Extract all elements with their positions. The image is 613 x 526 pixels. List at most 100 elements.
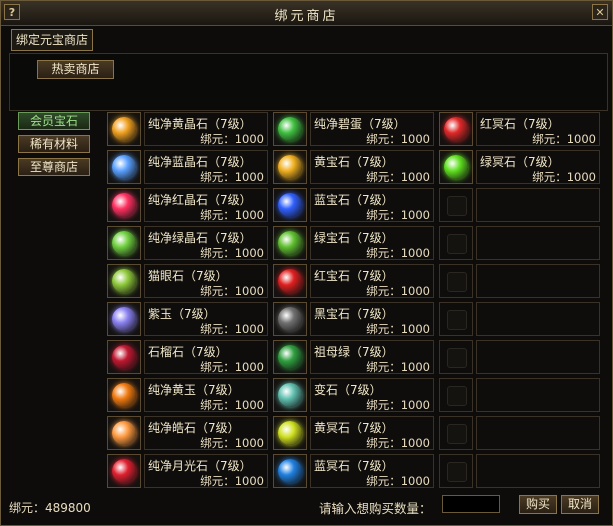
red-dark-stone-icon[interactable]: [439, 112, 473, 146]
item-entry[interactable]: 黄冥石（7级） 绑元：1000: [310, 416, 434, 450]
gem-graphic: [444, 155, 468, 179]
category-member-gems[interactable]: 会员宝石: [18, 112, 90, 130]
price-prefix: 绑元：: [532, 170, 567, 184]
price-prefix: 绑元：: [366, 132, 401, 146]
title-bar[interactable]: ? 绑元商店 ✕: [1, 1, 612, 26]
price-prefix: 绑元：: [200, 398, 235, 412]
gem-graphic: [112, 193, 136, 217]
item-entry[interactable]: 红宝石（7级） 绑元：1000: [310, 264, 434, 298]
garnet-icon[interactable]: [107, 340, 141, 374]
item-entry[interactable]: 蓝宝石（7级） 绑元：1000: [310, 188, 434, 222]
item-entry[interactable]: 绿宝石（7级） 绑元：1000: [310, 226, 434, 260]
yellow-crystal-icon[interactable]: [107, 112, 141, 146]
empty-slot: [476, 454, 600, 488]
blue-crystal-icon[interactable]: [107, 150, 141, 184]
item-entry[interactable]: 纯净黄晶石（7级） 绑元：1000: [144, 112, 268, 146]
blue-dark-stone-icon[interactable]: [273, 454, 307, 488]
item-name: 纯净绿晶石（7级）: [148, 231, 252, 245]
empty-slot: [476, 302, 600, 336]
price-prefix: 绑元：: [366, 170, 401, 184]
empty-slot-inner: [447, 196, 467, 216]
price-value: 1000: [234, 170, 264, 184]
item-entry[interactable]: 绿冥石（7级） 绑元：1000: [476, 150, 600, 184]
close-icon[interactable]: ✕: [592, 4, 608, 20]
item-price: 绑元：1000: [366, 169, 430, 185]
item-price: 绑元：1000: [200, 283, 264, 299]
item-name: 绿宝石（7级）: [314, 231, 394, 245]
emerald-icon[interactable]: [273, 226, 307, 260]
gem-graphic: [278, 231, 302, 255]
item-entry[interactable]: 石榴石（7级） 绑元：1000: [144, 340, 268, 374]
price-value: 1000: [400, 398, 430, 412]
item-entry[interactable]: 猫眼石（7级） 绑元：1000: [144, 264, 268, 298]
item-name: 蓝冥石（7级）: [314, 459, 394, 473]
buy-button[interactable]: 购买: [519, 495, 557, 514]
price-value: 1000: [234, 436, 264, 450]
item-entry[interactable]: 黄宝石（7级） 绑元：1000: [310, 150, 434, 184]
item-entry[interactable]: 蓝冥石（7级） 绑元：1000: [310, 454, 434, 488]
item-entry[interactable]: 纯净红晶石（7级） 绑元：1000: [144, 188, 268, 222]
item-price: 绑元：1000: [200, 169, 264, 185]
purple-jade-icon[interactable]: [107, 302, 141, 336]
empty-slot-inner: [447, 272, 467, 292]
green-dark-stone-icon[interactable]: [439, 150, 473, 184]
moonstone-icon[interactable]: [107, 454, 141, 488]
black-gem-icon[interactable]: [273, 302, 307, 336]
empty-slot: [476, 264, 600, 298]
item-entry[interactable]: 祖母绿（7级） 绑元：1000: [310, 340, 434, 374]
item-entry[interactable]: 纯净碧蛋（7级） 绑元：1000: [310, 112, 434, 146]
price-prefix: 绑元：: [366, 246, 401, 260]
item-price: 绑元：1000: [366, 131, 430, 147]
price-prefix: 绑元：: [366, 284, 401, 298]
empty-slot: [476, 340, 600, 374]
tab-bound-ingot-shop[interactable]: 绑定元宝商店: [11, 29, 94, 51]
malachite-icon[interactable]: [273, 340, 307, 374]
yellow-gem-icon[interactable]: [273, 150, 307, 184]
sapphire-icon[interactable]: [273, 188, 307, 222]
quantity-input[interactable]: [442, 495, 500, 513]
empty-slot-inner: [447, 386, 467, 406]
price-value: 1000: [566, 170, 596, 184]
white-gem-icon[interactable]: [107, 416, 141, 450]
item-price: 绑元：1000: [200, 359, 264, 375]
item-name: 紫玉（7级）: [148, 307, 216, 321]
category-rare-materials[interactable]: 稀有材料: [18, 135, 90, 153]
price-prefix: 绑元：: [200, 284, 235, 298]
alexandrite-icon[interactable]: [273, 378, 307, 412]
item-price: 绑元：1000: [366, 207, 430, 223]
item-entry[interactable]: 变石（7级） 绑元：1000: [310, 378, 434, 412]
green-crystal-icon[interactable]: [107, 226, 141, 260]
item-entry[interactable]: 纯净皓石（7级） 绑元：1000: [144, 416, 268, 450]
price-prefix: 绑元：: [200, 208, 235, 222]
item-price: 绑元：1000: [366, 245, 430, 261]
price-value: 1000: [234, 322, 264, 336]
empty-slot-inner: [447, 234, 467, 254]
price-value: 1000: [400, 246, 430, 260]
red-crystal-icon[interactable]: [107, 188, 141, 222]
item-price: 绑元：1000: [200, 131, 264, 147]
jade-egg-icon[interactable]: [273, 112, 307, 146]
ruby-icon[interactable]: [273, 264, 307, 298]
price-prefix: 绑元：: [200, 436, 235, 450]
item-entry[interactable]: 红冥石（7级） 绑元：1000: [476, 112, 600, 146]
item-entry[interactable]: 纯净月光石（7级） 绑元：1000: [144, 454, 268, 488]
item-price: 绑元：1000: [366, 283, 430, 299]
item-name: 祖母绿（7级）: [314, 345, 394, 359]
cats-eye-icon[interactable]: [107, 264, 141, 298]
gem-graphic: [112, 269, 136, 293]
item-entry[interactable]: 纯净绿晶石（7级） 绑元：1000: [144, 226, 268, 260]
gem-graphic: [112, 383, 136, 407]
item-entry[interactable]: 黑宝石（7级） 绑元：1000: [310, 302, 434, 336]
cancel-button[interactable]: 取消: [561, 495, 599, 514]
item-name: 纯净黄晶石（7级）: [148, 117, 252, 131]
yellow-dark-stone-icon[interactable]: [273, 416, 307, 450]
category-supreme-shop[interactable]: 至尊商店: [18, 158, 90, 176]
item-entry[interactable]: 纯净蓝晶石（7级） 绑元：1000: [144, 150, 268, 184]
price-prefix: 绑元：: [200, 132, 235, 146]
item-entry[interactable]: 紫玉（7级） 绑元：1000: [144, 302, 268, 336]
price-value: 1000: [234, 398, 264, 412]
gem-graphic: [278, 459, 302, 483]
item-entry[interactable]: 纯净黄玉（7级） 绑元：1000: [144, 378, 268, 412]
hot-sale-button[interactable]: 热卖商店: [37, 60, 114, 79]
topaz-icon[interactable]: [107, 378, 141, 412]
